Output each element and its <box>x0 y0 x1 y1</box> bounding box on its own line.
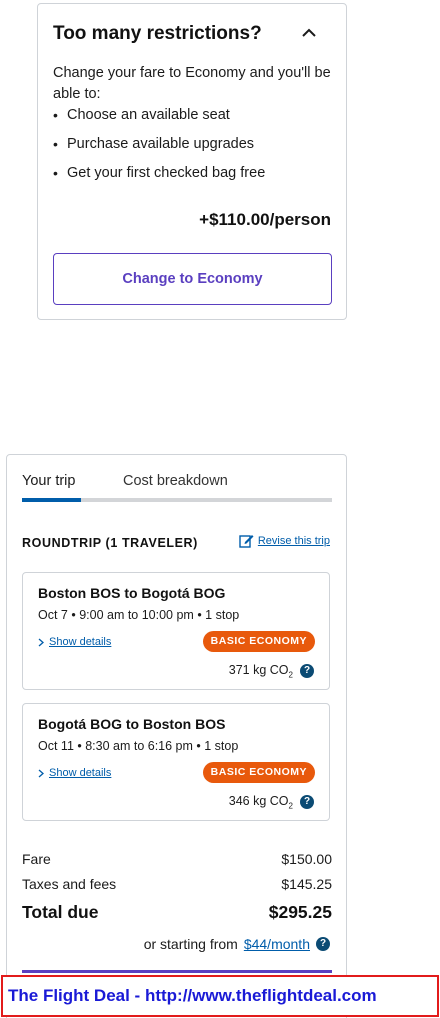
monthly-payment-link[interactable]: $44/month <box>244 936 310 952</box>
flight-route: Boston BOS to Bogotá BOG <box>38 585 226 601</box>
tab-active-indicator <box>22 498 81 502</box>
fare-restrictions-card: Too many restrictions? Change your fare … <box>37 3 347 320</box>
roundtrip-heading: ROUNDTRIP (1 TRAVELER) <box>22 536 198 550</box>
financing-prefix: or starting from <box>143 936 238 952</box>
bullet: • <box>53 136 58 152</box>
benefit-item: • Purchase available upgrades <box>53 134 265 163</box>
flight-card-return: Bogotá BOG to Boston BOS Oct 11 • 8:30 a… <box>22 703 330 821</box>
info-icon[interactable]: ? <box>300 795 314 809</box>
flight-times: Oct 11 • 8:30 am to 6:16 pm • 1 stop <box>38 739 239 753</box>
watermark-banner: The Flight Deal - http://www.theflightde… <box>1 975 439 1017</box>
total-value: $295.25 <box>268 902 332 922</box>
basic-economy-badge: BASIC ECONOMY <box>202 762 315 783</box>
chevron-right-icon <box>38 638 44 646</box>
flight-times: Oct 7 • 9:00 am to 10:00 pm • 1 stop <box>38 608 240 622</box>
show-details-link[interactable]: Show details <box>38 636 111 648</box>
financing-line: or starting from $44/month ? <box>144 936 330 952</box>
continue-button-edge[interactable] <box>22 970 332 973</box>
fare-label: Fare <box>22 851 51 867</box>
basic-economy-badge: BASIC ECONOMY <box>202 631 315 652</box>
benefit-label: Choose an available seat <box>67 107 230 123</box>
info-icon[interactable]: ? <box>300 664 314 678</box>
total-label: Total due <box>22 902 99 922</box>
flight-card-outbound: Boston BOS to Bogotá BOG Oct 7 • 9:00 am… <box>22 572 330 690</box>
co2-subscript: 2 <box>288 670 293 680</box>
benefit-item: • Get your first checked bag free <box>53 163 265 192</box>
show-details-label: Show details <box>49 636 112 648</box>
restrictions-description: Change your fare to Economy and you'll b… <box>53 65 331 102</box>
co2-value: 346 kg CO <box>228 794 289 808</box>
total-row: Total due $295.25 <box>22 902 332 923</box>
tab-cost-breakdown[interactable]: Cost breakdown <box>123 473 228 489</box>
revise-trip-link[interactable]: Revise this trip <box>239 533 330 548</box>
info-icon[interactable]: ? <box>316 937 330 951</box>
restrictions-title: Too many restrictions? <box>53 23 262 44</box>
tab-your-trip[interactable]: Your trip <box>22 473 75 489</box>
upgrade-price: +$110.00/person <box>199 210 331 229</box>
taxes-row: Taxes and fees $145.25 <box>22 876 332 892</box>
revise-trip-label: Revise this trip <box>257 534 330 547</box>
flight-route: Bogotá BOG to Boston BOS <box>38 716 226 732</box>
co2-subscript: 2 <box>288 801 293 811</box>
taxes-value: $145.25 <box>281 876 332 892</box>
benefit-label: Purchase available upgrades <box>67 136 255 152</box>
fare-row: Fare $150.00 <box>22 851 332 867</box>
fare-value: $150.00 <box>281 851 332 867</box>
benefit-label: Get your first checked bag free <box>67 165 266 181</box>
taxes-label: Taxes and fees <box>22 876 117 892</box>
benefit-item: • Choose an available seat <box>53 105 265 134</box>
bullet: • <box>53 107 58 123</box>
trip-summary-card: Your trip Cost breakdown ROUNDTRIP (1 TR… <box>6 454 347 1018</box>
show-details-link[interactable]: Show details <box>38 767 111 779</box>
trip-tabs: Your trip Cost breakdown <box>22 455 332 503</box>
edit-icon <box>239 535 254 548</box>
chevron-up-icon[interactable] <box>301 26 317 40</box>
show-details-label: Show details <box>49 767 112 779</box>
change-to-economy-button[interactable]: Change to Economy <box>53 253 332 305</box>
bullet: • <box>53 165 58 181</box>
co2-emissions: 346 kg CO2 <box>229 794 293 811</box>
co2-value: 371 kg CO <box>228 663 289 677</box>
benefits-list: • Choose an available seat • Purchase avai… <box>53 105 265 192</box>
chevron-right-icon <box>38 769 44 777</box>
co2-emissions: 371 kg CO2 <box>229 663 293 680</box>
